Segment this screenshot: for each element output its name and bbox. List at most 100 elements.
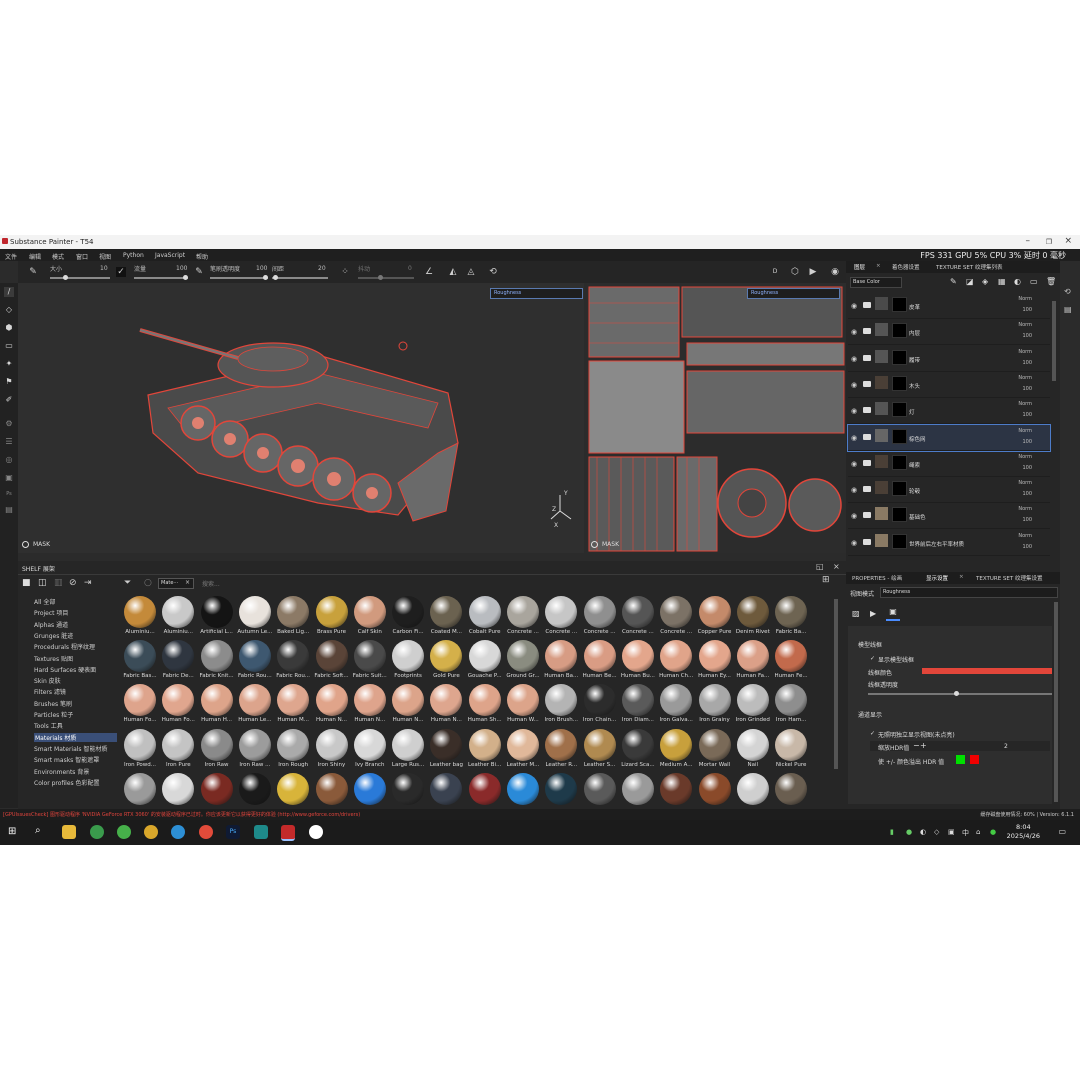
layer-opacity[interactable]: 100 [1022, 360, 1032, 366]
shelf-import-icon[interactable]: ⇥ [84, 578, 92, 588]
screenshot-icon[interactable]: ◉ [830, 267, 840, 277]
material-tile[interactable]: Concrete ... [657, 595, 695, 639]
material-tile[interactable]: Human Fo... [159, 683, 197, 727]
layer-blend-mode[interactable]: Norm [1018, 401, 1032, 407]
material-tile[interactable]: Fabric Rou... [274, 639, 312, 683]
material-tile[interactable]: Iron Grainy [696, 683, 734, 727]
menu-python[interactable]: Python [123, 252, 144, 259]
material-tile[interactable]: Leather M... [504, 728, 542, 772]
shelf-category-item[interactable]: Filters 滤镜 [34, 687, 66, 696]
menu-help[interactable]: 帮助 [196, 252, 208, 261]
shelf-category-item[interactable]: Skin 皮肤 [34, 676, 61, 685]
bake-icon[interactable]: ◎ [4, 455, 14, 465]
material-tile[interactable]: Human N... [389, 683, 427, 727]
gpu-driver-warning[interactable]: [GPUIssuesCheck] 图形驱动程序 'NVIDIA GeForce … [3, 811, 360, 818]
menu-javascript[interactable]: JavaScript [155, 252, 185, 259]
material-tile[interactable]: Nail [734, 728, 772, 772]
visibility-eye-icon[interactable]: ◉ [851, 302, 857, 310]
layer-row[interactable]: ◉ 灯 Norm 100 [848, 398, 1050, 425]
material-tile[interactable]: Human Bu... [619, 639, 657, 683]
layer-row[interactable]: ◉ 基础色 Norm 100 [848, 503, 1050, 530]
menu-file[interactable]: 文件 [5, 252, 17, 261]
view-mode-select[interactable]: Roughness [880, 587, 1058, 598]
material-tile[interactable]: Human M... [274, 683, 312, 727]
menu-edit[interactable]: 编辑 [29, 252, 41, 261]
material-tile[interactable]: Iron Diam... [619, 683, 657, 727]
tab-layers[interactable]: 图层 [854, 263, 865, 271]
projection-icon[interactable]: ⬢ [4, 323, 14, 333]
tab-shader-settings[interactable]: 着色器设置 [892, 263, 920, 271]
layer-row[interactable]: ◉ 棕色网 Norm 100 [847, 423, 1051, 452]
shelf-category-item[interactable]: Tools 工具 [34, 721, 63, 730]
shelf-folder-icon[interactable]: ■ [22, 578, 31, 588]
size-pen-pressure-icon[interactable]: ✓ [116, 267, 126, 277]
cube-view-icon[interactable]: ⬡ [790, 267, 800, 277]
filter-clear-icon[interactable]: ○ [144, 578, 152, 588]
lazy-mouse-icon[interactable]: ⟲ [488, 267, 498, 277]
layer-blend-mode[interactable]: Norm [1018, 322, 1032, 328]
brush-opacity-slider[interactable] [210, 277, 268, 279]
show-wireframe-checkbox[interactable]: ✓ [870, 655, 875, 662]
menu-mode[interactable]: 模式 [52, 252, 64, 261]
material-tile[interactable]: Iron Raw ... [236, 728, 274, 772]
qq-icon[interactable] [309, 825, 323, 839]
layer-mask-thumbnail[interactable] [892, 323, 907, 339]
tab-display-settings[interactable]: 显示设置 [926, 574, 948, 582]
photoshop-icon[interactable]: Ps [226, 825, 240, 839]
color-picker-icon[interactable]: ✐ [4, 395, 14, 405]
shelf-category-item[interactable]: Brushes 笔刷 [34, 699, 72, 708]
history-sidebar-icon[interactable]: ⟲ [1064, 287, 1071, 296]
material-tile[interactable]: Human H... [198, 683, 236, 727]
menu-view[interactable]: 视图 [99, 252, 111, 261]
material-tile[interactable]: Fabric Ba... [772, 595, 810, 639]
mask-toggle-icon[interactable] [22, 541, 29, 548]
material-tile[interactable]: Fabric Rou... [236, 639, 274, 683]
material-tile[interactable]: Human W... [504, 683, 542, 727]
viewport-3d[interactable]: Roughness Y Z X MASK [18, 283, 584, 553]
material-tile[interactable]: Mortar Wall [696, 728, 734, 772]
layer-name[interactable]: 棕色网 [909, 435, 926, 443]
shelf-scrollbar[interactable] [834, 599, 838, 769]
layer-mask-thumbnail[interactable] [892, 349, 907, 365]
add-folder-icon[interactable]: ▭ [1030, 277, 1038, 286]
flow-slider-knob[interactable] [183, 275, 188, 280]
close-display-tab-icon[interactable]: × [959, 574, 964, 580]
input-method-icon[interactable]: 中 [962, 828, 969, 838]
add-fill-layer-icon[interactable]: ◈ [982, 277, 988, 286]
display-settings-icon[interactable]: ▣ [4, 473, 14, 483]
brush-preset-icon[interactable]: ✎ [28, 267, 38, 277]
camera-icon[interactable]: ▶ [808, 267, 818, 277]
smudge-icon[interactable]: ✦ [4, 359, 14, 369]
material-tile[interactable]: Iron Shiny [313, 728, 351, 772]
substance-painter-taskbar-icon[interactable] [281, 825, 295, 841]
layer-name[interactable]: 履带 [909, 356, 920, 364]
jitter-slider-knob[interactable] [378, 275, 383, 280]
shelf-save-icon[interactable]: ▥ [54, 578, 63, 588]
layer-opacity[interactable]: 100 [1022, 517, 1032, 523]
tray-icon-3[interactable]: ▣ [948, 828, 955, 836]
layer-row[interactable]: ◉ 履带 Norm 100 [848, 346, 1050, 372]
material-tile[interactable]: Aluminiu... [121, 595, 159, 639]
shelf-category-item[interactable]: All 全部 [34, 597, 55, 606]
material-tile[interactable]: Concrete ... [504, 595, 542, 639]
battery-icon[interactable]: ▮ [890, 828, 894, 836]
material-tile[interactable]: Fabric Suit... [351, 639, 389, 683]
material-tile[interactable]: Iron Rough [274, 728, 312, 772]
tank-model[interactable]: Y Z X [18, 283, 584, 553]
wireframe-opacity-slider[interactable] [868, 693, 1052, 695]
visibility-eye-icon[interactable]: ◉ [851, 460, 857, 468]
material-tile[interactable]: Leather S... [581, 728, 619, 772]
spacing-slider-knob[interactable] [273, 275, 278, 280]
file-explorer-icon[interactable] [62, 825, 76, 839]
spacing-value[interactable]: 20 [318, 265, 326, 272]
visibility-eye-icon[interactable]: ◉ [851, 355, 857, 363]
tray-icon-1[interactable]: ◐ [920, 828, 926, 836]
material-tile[interactable]: Leather R... [542, 728, 580, 772]
material-tile[interactable]: Human N... [427, 683, 465, 727]
layer-opacity[interactable]: 100 [1022, 439, 1032, 445]
paint-brush-icon[interactable]: / [4, 287, 14, 297]
material-tile[interactable]: Human N... [351, 683, 389, 727]
layer-name[interactable]: 轮毂 [909, 487, 920, 495]
symmetry-mirror-icon[interactable]: ◬ [466, 267, 476, 277]
brush-opacity-slider-knob[interactable] [263, 275, 268, 280]
